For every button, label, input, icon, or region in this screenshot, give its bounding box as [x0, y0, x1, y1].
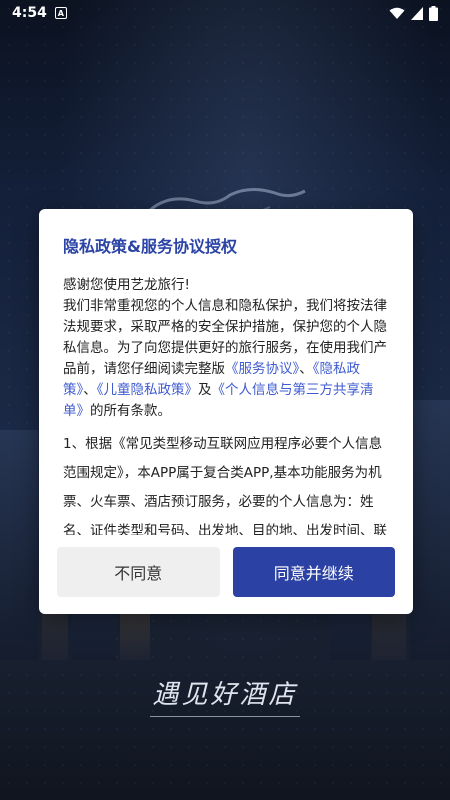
dialog-content[interactable]: 感谢您使用艺龙旅行! 我们非常重视您的个人信息和隐私保护，我们将按法律法规要求，… [63, 275, 391, 535]
greeting-text: 感谢您使用艺龙旅行! [63, 277, 190, 293]
service-agreement-link[interactable]: 《服务协议》 [225, 361, 299, 377]
wifi-icon [389, 7, 405, 19]
required-info-paragraph: 1、根据《常见类型移动互联网应用程序必要个人信息范围规定》，本APP属于复合类A… [63, 436, 387, 535]
status-time: 4:54 [12, 5, 47, 21]
intro-paragraph: 感谢您使用艺龙旅行! 我们非常重视您的个人信息和隐私保护，我们将按法律法规要求，… [63, 275, 391, 422]
agree-continue-button[interactable]: 同意并继续 [232, 547, 395, 597]
signal-icon [411, 6, 423, 20]
intro-end-text: 的所有条款。 [90, 403, 171, 419]
a-box-icon: A [54, 7, 67, 19]
privacy-dialog: 隐私政策&服务协议授权 感谢您使用艺龙旅行! 我们非常重视您的个人信息和隐私保护… [39, 209, 413, 614]
brand-slogan: 遇见好酒店 [152, 680, 298, 710]
separator-text: 、 [299, 361, 313, 377]
dialog-title: 隐私政策&服务协议授权 [63, 237, 237, 256]
building [410, 400, 450, 660]
child-privacy-policy-link[interactable]: 《儿童隐私政策》 [97, 382, 198, 398]
dialog-actions: 不同意 同意并继续 [57, 547, 395, 597]
status-bar: 4:54 A [0, 0, 450, 26]
and-text: 及 [198, 382, 212, 398]
disagree-button[interactable]: 不同意 [57, 547, 220, 597]
building [0, 430, 38, 660]
battery-icon [429, 5, 438, 21]
slogan-underline [150, 716, 300, 717]
separator-text: 、 [83, 382, 97, 398]
